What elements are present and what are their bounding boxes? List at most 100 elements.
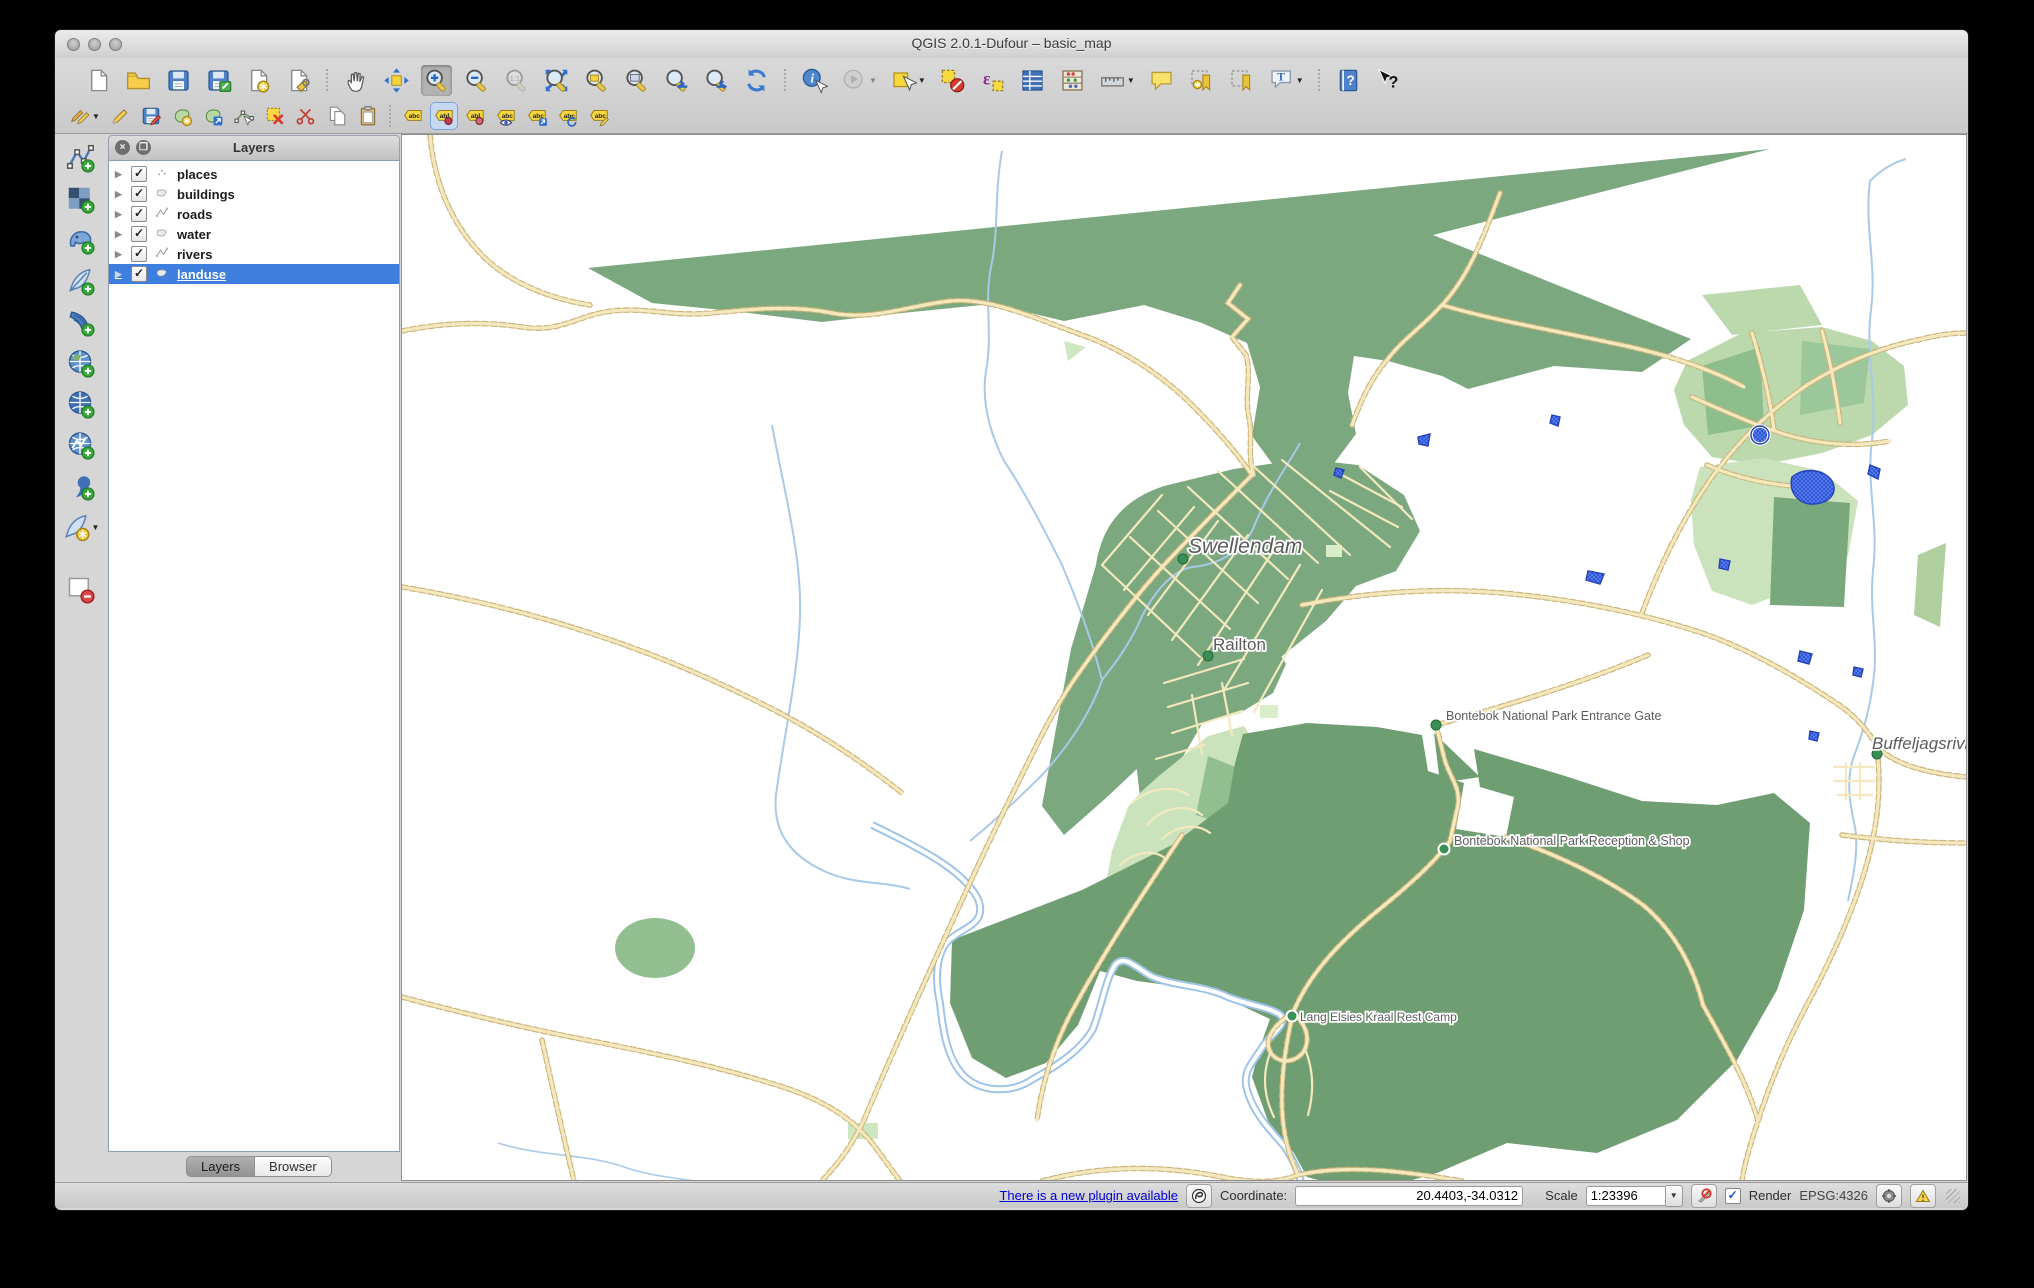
add-wms-layer-button[interactable]	[63, 346, 97, 380]
add-postgis-layer-button[interactable]	[63, 223, 97, 257]
zoom-to-layer-button[interactable]	[621, 65, 652, 96]
save-layer-edits-button[interactable]	[138, 103, 164, 129]
dock-tab-browser[interactable]: Browser	[255, 1156, 332, 1177]
field-calculator-button[interactable]	[1057, 65, 1088, 96]
panel-close-icon[interactable]: ×	[115, 140, 130, 155]
zoom-last-button[interactable]	[661, 65, 692, 96]
coordinate-input[interactable]	[1295, 1186, 1523, 1206]
layer-item-landuse[interactable]: ▶✓landuse	[109, 264, 399, 284]
zoom-out-button[interactable]	[461, 65, 492, 96]
panel-float-icon[interactable]: ❐	[136, 140, 151, 155]
copy-features-button[interactable]	[324, 103, 350, 129]
log-messages-button[interactable]	[1910, 1184, 1936, 1208]
layer-item-roads[interactable]: ▶✓roads	[109, 204, 399, 224]
remove-layer-button[interactable]	[63, 572, 97, 606]
expand-arrow-icon[interactable]: ▶	[115, 229, 125, 240]
scale-input[interactable]	[1586, 1186, 1666, 1206]
add-spatialite-layer-button[interactable]	[63, 264, 97, 298]
dropdown-arrow-icon[interactable]: ▼	[92, 523, 100, 532]
layer-visibility-checkbox[interactable]: ✓	[131, 226, 147, 242]
help-contents-button[interactable]: ?	[1333, 65, 1364, 96]
zoom-in-button[interactable]	[421, 65, 452, 96]
show-hide-labels-button[interactable]: abc	[493, 103, 519, 129]
zoom-full-button[interactable]	[541, 65, 572, 96]
layer-item-rivers[interactable]: ▶✓rivers	[109, 244, 399, 264]
layers-panel-header[interactable]: × ❐ Layers	[108, 135, 400, 160]
add-mssql-layer-button[interactable]	[63, 305, 97, 339]
dropdown-arrow-icon[interactable]: ▼	[869, 76, 877, 85]
identify-features-button[interactable]: i	[799, 65, 830, 96]
add-feature-button[interactable]	[169, 103, 195, 129]
add-delimited-text-layer-button[interactable]	[63, 469, 97, 503]
new-print-composer-button[interactable]	[243, 65, 274, 96]
move-feature-button[interactable]	[200, 103, 226, 129]
resize-grip[interactable]	[1946, 1189, 1960, 1203]
pan-map-button[interactable]	[341, 65, 372, 96]
dropdown-arrow-icon[interactable]: ▼	[1127, 76, 1135, 85]
stop-rendering-button[interactable]	[1691, 1184, 1717, 1208]
titlebar[interactable]: QGIS 2.0.1-Dufour – basic_map	[55, 30, 1968, 59]
change-label-button[interactable]: abc	[586, 103, 612, 129]
crs-status-button[interactable]	[1876, 1184, 1902, 1208]
expand-arrow-icon[interactable]: ▶	[115, 209, 125, 220]
show-bookmarks-button[interactable]	[1226, 65, 1257, 96]
dock-tab-layers[interactable]: Layers	[186, 1156, 255, 1177]
layer-item-water[interactable]: ▶✓water	[109, 224, 399, 244]
layer-visibility-checkbox[interactable]: ✓	[131, 166, 147, 182]
highlight-pinned-labels-button[interactable]: ab	[462, 103, 488, 129]
node-tool-button[interactable]	[231, 103, 257, 129]
save-project-button[interactable]	[163, 65, 194, 96]
expand-arrow-icon[interactable]: ▶	[115, 189, 125, 200]
scale-combobox[interactable]: ▼	[1586, 1185, 1683, 1207]
new-shapefile-layer-button[interactable]: ▼	[59, 510, 102, 544]
pin-unpin-labels-button[interactable]: ab	[431, 103, 457, 129]
scale-dropdown-icon[interactable]: ▼	[1666, 1185, 1683, 1207]
rotate-label-button[interactable]: abc	[555, 103, 581, 129]
layer-item-places[interactable]: ▶✓places	[109, 164, 399, 184]
layer-visibility-checkbox[interactable]: ✓	[131, 206, 147, 222]
add-raster-layer-button[interactable]	[63, 182, 97, 216]
map-tips-button[interactable]	[1146, 65, 1177, 96]
expand-arrow-icon[interactable]: ▶	[115, 169, 125, 180]
refresh-map-button[interactable]	[741, 65, 772, 96]
run-feature-action-button[interactable]: ▼	[839, 65, 879, 96]
zoom-to-selection-button[interactable]	[581, 65, 612, 96]
render-checkbox[interactable]: ✓	[1725, 1188, 1741, 1204]
save-project-as-button[interactable]	[203, 65, 234, 96]
layer-labeling-options-button[interactable]: abc	[400, 103, 426, 129]
deselect-features-button[interactable]	[937, 65, 968, 96]
new-bookmark-button[interactable]	[1186, 65, 1217, 96]
new-plugin-link[interactable]: There is a new plugin available	[999, 1188, 1178, 1203]
select-features-button[interactable]: ▼	[888, 65, 928, 96]
cut-features-button[interactable]	[293, 103, 319, 129]
dropdown-arrow-icon[interactable]: ▼	[918, 76, 926, 85]
map-canvas[interactable]: Swellendam Railton Bontebok National Par…	[402, 135, 1966, 1180]
text-annotation-button[interactable]: T▼	[1266, 65, 1306, 96]
plugin-icon[interactable]	[1186, 1184, 1212, 1208]
layer-item-buildings[interactable]: ▶✓buildings	[109, 184, 399, 204]
expand-arrow-icon[interactable]: ▶	[115, 249, 125, 260]
zoom-native-button[interactable]: 1:1	[501, 65, 532, 96]
layer-visibility-checkbox[interactable]: ✓	[131, 246, 147, 262]
open-project-button[interactable]	[123, 65, 154, 96]
zoom-next-button[interactable]	[701, 65, 732, 96]
paste-features-button[interactable]	[355, 103, 381, 129]
dropdown-arrow-icon[interactable]: ▼	[1296, 76, 1304, 85]
select-by-expression-button[interactable]: ε	[977, 65, 1008, 96]
layer-visibility-checkbox[interactable]: ✓	[131, 186, 147, 202]
add-wfs-layer-button[interactable]	[63, 428, 97, 462]
delete-selected-button[interactable]	[262, 103, 288, 129]
measure-line-button[interactable]: ▼	[1097, 65, 1137, 96]
add-vector-layer-button[interactable]	[63, 141, 97, 175]
composer-manager-button[interactable]	[283, 65, 314, 96]
move-label-button[interactable]: abc	[524, 103, 550, 129]
toggle-editing-button[interactable]	[107, 103, 133, 129]
expand-arrow-icon[interactable]: ▶	[115, 269, 125, 280]
layer-visibility-checkbox[interactable]: ✓	[131, 266, 147, 282]
add-wcs-layer-button[interactable]	[63, 387, 97, 421]
current-edits-button[interactable]: ▼	[67, 103, 102, 129]
new-project-button[interactable]	[83, 65, 114, 96]
dropdown-arrow-icon[interactable]: ▼	[92, 112, 100, 121]
whats-this-button[interactable]: ?	[1373, 65, 1404, 96]
open-attribute-table-button[interactable]	[1017, 65, 1048, 96]
